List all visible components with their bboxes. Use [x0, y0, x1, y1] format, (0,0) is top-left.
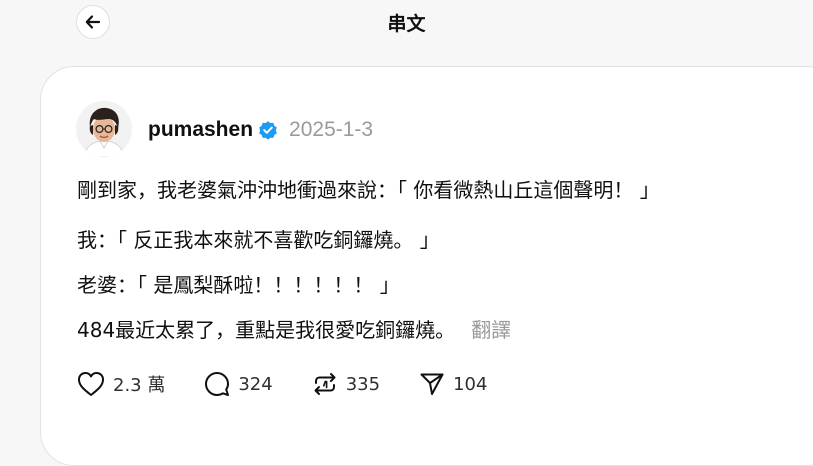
post-text-line: 我：「 反正我本來就不喜歡吃銅鑼燒。 」 [77, 228, 440, 252]
comment-icon [205, 372, 230, 396]
comment-count: 324 [238, 373, 273, 395]
avatar-photo [76, 101, 132, 157]
like-button[interactable]: 2.3 萬 [76, 370, 165, 398]
like-count: 2.3 萬 [113, 375, 166, 396]
author-row: pumashen 2025-1-3 [148, 115, 373, 145]
action-bar: 2.3 萬 324 335 104 [76, 369, 525, 399]
share-button[interactable]: 104 [418, 370, 487, 398]
repost-icon [314, 373, 336, 395]
translate-link[interactable]: 翻譯 [471, 318, 511, 342]
heart-icon [78, 372, 104, 396]
send-icon [420, 373, 444, 395]
post-text-line: 老婆：「 是鳳梨酥啦！！！！！！ 」 [77, 273, 400, 297]
post-date[interactable]: 2025-1-3 [289, 118, 373, 142]
comment-button[interactable]: 324 [203, 370, 273, 398]
avatar[interactable] [76, 101, 132, 157]
post-text-line: 剛到家，我老婆氣沖沖地衝過來說：「 你看微熱山丘這個聲明！ 」 [77, 178, 660, 202]
post-text-line: 484最近太累了，重點是我很愛吃銅鑼燒。 [77, 318, 456, 342]
post-text-line-last: 484最近太累了，重點是我很愛吃銅鑼燒。 翻譯 [77, 316, 511, 344]
username[interactable]: pumashen [148, 118, 253, 142]
repost-count: 335 [345, 373, 381, 395]
repost-button[interactable]: 335 [311, 370, 380, 398]
top-bar: 串文 [0, 0, 813, 44]
verified-badge-icon [258, 120, 278, 140]
page-title: 串文 [387, 13, 426, 35]
share-count: 104 [453, 373, 488, 395]
